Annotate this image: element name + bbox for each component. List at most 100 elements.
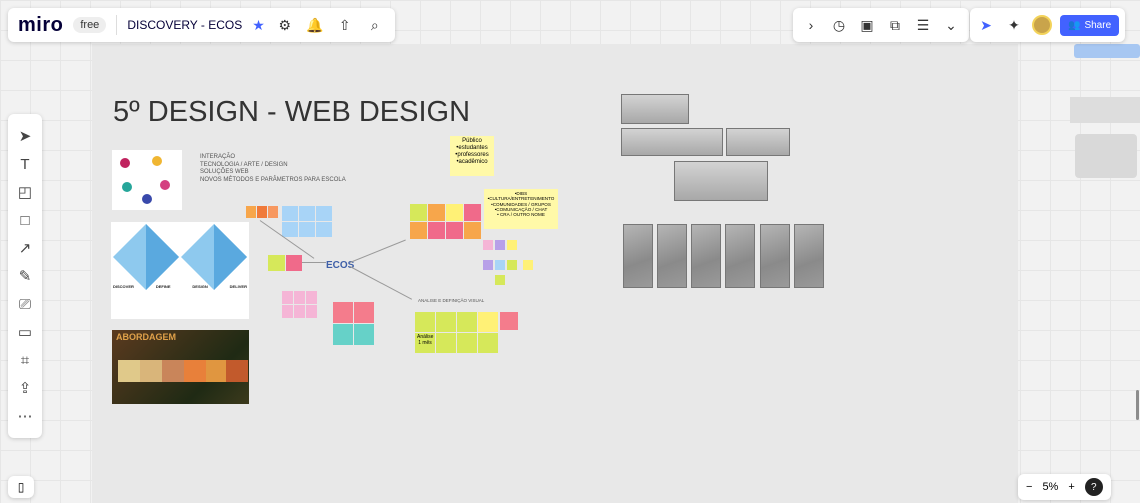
sticky-note[interactable] — [478, 312, 498, 332]
frame-icon[interactable]: ▭ — [15, 322, 35, 342]
avatar[interactable] — [1032, 15, 1052, 35]
sticky-cluster-orange[interactable] — [246, 206, 278, 218]
sticky-note[interactable] — [464, 222, 481, 239]
sticky-note[interactable] — [316, 222, 332, 237]
board-heading[interactable]: 5º DESIGN - WEB DESIGN — [113, 96, 470, 129]
sticky-note[interactable] — [507, 260, 517, 270]
double-diamond-image[interactable]: DISCOVER DEFINE DESIGN DELIVER — [111, 222, 249, 319]
sticky-cluster-blue[interactable] — [282, 206, 334, 238]
notes-icon[interactable]: ☰ — [913, 15, 933, 35]
analysis-label[interactable]: ANALISE E DEFINIÇÃO VISUAL — [418, 298, 484, 304]
star-icon[interactable]: ★ — [252, 17, 265, 34]
miro-logo[interactable]: miro — [18, 14, 63, 37]
pen-icon[interactable]: ✎ — [15, 266, 35, 286]
sticky-note[interactable] — [446, 222, 463, 239]
comment-icon[interactable]: ⎚ — [15, 294, 35, 314]
publico-sticky[interactable]: Público •estudantes •professores •acadêm… — [450, 136, 494, 176]
sticky-note[interactable] — [436, 312, 456, 332]
whiteboard-photo[interactable] — [657, 224, 687, 288]
whiteboard-photo[interactable] — [674, 161, 768, 201]
share-button[interactable]: 👥 Share — [1060, 14, 1120, 36]
crop-icon[interactable]: ⌗ — [15, 350, 35, 370]
whiteboard-photo[interactable] — [726, 128, 790, 156]
more-icon[interactable]: ⋯ — [15, 406, 35, 426]
sticky-note[interactable] — [306, 291, 317, 304]
sticky-note[interactable] — [268, 255, 285, 271]
sticky-note[interactable] — [306, 305, 317, 318]
zoom-level[interactable]: 5% — [1042, 481, 1058, 493]
more-icon[interactable]: ⌄ — [941, 15, 961, 35]
gear-icon[interactable]: ⚙ — [275, 15, 295, 35]
sticky-note[interactable] — [286, 255, 302, 271]
whiteboard-photo[interactable] — [621, 94, 689, 124]
approach-image[interactable]: ABORDAGEM — [112, 330, 249, 404]
sticky-note[interactable] — [282, 291, 293, 304]
celebrate-icon[interactable]: ✦ — [1004, 15, 1024, 35]
sticky-note[interactable] — [410, 204, 427, 221]
sticky-note[interactable] — [495, 275, 505, 285]
sticky-note[interactable] — [282, 222, 298, 237]
sticky-note[interactable] — [500, 312, 518, 330]
sticky-note[interactable] — [354, 302, 374, 323]
whiteboard-photo[interactable] — [621, 128, 723, 156]
sticky-note[interactable] — [483, 260, 493, 270]
sticky-note[interactable] — [464, 204, 481, 221]
shape-icon[interactable]: □ — [15, 210, 35, 230]
offscreen-card[interactable] — [1074, 44, 1140, 58]
sticky-note[interactable] — [507, 240, 517, 250]
sticky-note[interactable] — [316, 206, 332, 221]
whiteboard-photo[interactable] — [623, 224, 653, 288]
sticky-note[interactable] — [333, 324, 353, 345]
cursor-icon[interactable]: ➤ — [976, 15, 996, 35]
timer-icon[interactable]: ◷ — [829, 15, 849, 35]
bell-icon[interactable]: 🔔 — [305, 15, 325, 35]
sticky-note[interactable] — [282, 305, 293, 318]
whiteboard-photo[interactable] — [691, 224, 721, 288]
offscreen-note[interactable] — [1070, 97, 1140, 123]
chevron-right-icon[interactable]: › — [801, 15, 821, 35]
sticky-note[interactable] — [457, 312, 477, 332]
sticky-note[interactable] — [523, 260, 533, 270]
sticky-note[interactable] — [268, 206, 278, 218]
sticky-note[interactable] — [428, 222, 445, 239]
sticky-note[interactable] — [294, 305, 305, 318]
offscreen-card[interactable] — [1075, 134, 1137, 178]
sticky-note[interactable] — [428, 204, 445, 221]
sticky-note[interactable] — [495, 240, 505, 250]
help-icon[interactable]: ? — [1084, 478, 1103, 496]
dimensions-sticky[interactable]: •DIBS •CULTURA/ENTRETENIMENTO •COMUNIDAD… — [484, 189, 558, 229]
text-icon[interactable]: T — [15, 154, 35, 174]
sticky-note[interactable] — [495, 260, 505, 270]
sticky-cluster-teal[interactable] — [333, 302, 375, 346]
card-icon[interactable]: ▣ — [857, 15, 877, 35]
sticky-note-icon[interactable]: ◰ — [15, 182, 35, 202]
intro-text[interactable]: INTERAÇÃO TECNOLOGIA / ARTE / DESIGN SOL… — [200, 154, 346, 184]
scrollbar[interactable] — [1136, 390, 1139, 420]
zoom-in-button[interactable]: + — [1068, 481, 1074, 493]
whiteboard-photo[interactable] — [794, 224, 824, 288]
sticky-note[interactable] — [299, 222, 315, 237]
select-icon[interactable]: ➤ — [15, 126, 35, 146]
sticky-cluster-mixed[interactable] — [410, 204, 482, 240]
mind-map-image[interactable] — [112, 150, 182, 210]
sticky-note[interactable] — [246, 206, 256, 218]
sticky-note[interactable] — [354, 324, 374, 345]
board-title[interactable]: DISCOVERY - ECOS — [127, 18, 242, 32]
panel-toggle-button[interactable]: ▯ — [8, 476, 34, 498]
sticky-note[interactable] — [299, 206, 315, 221]
zoom-out-button[interactable]: − — [1026, 481, 1032, 493]
present-icon[interactable]: ⧉ — [885, 15, 905, 35]
sticky-cluster-pink[interactable] — [282, 291, 318, 319]
sticky-note[interactable] — [257, 206, 267, 218]
upload-icon[interactable]: ⇧ — [335, 15, 355, 35]
sticky-note[interactable] — [483, 240, 493, 250]
sticky-note[interactable] — [294, 291, 305, 304]
upload-icon[interactable]: ⇪ — [15, 378, 35, 398]
arrow-icon[interactable]: ↗ — [15, 238, 35, 258]
whiteboard-photo[interactable] — [725, 224, 755, 288]
sticky-note[interactable] — [282, 206, 298, 221]
sticky-note[interactable] — [457, 333, 477, 353]
analyze-sticky[interactable]: Análise 1 mês — [415, 333, 435, 353]
sticky-note[interactable] — [415, 312, 435, 332]
sticky-note[interactable] — [478, 333, 498, 353]
